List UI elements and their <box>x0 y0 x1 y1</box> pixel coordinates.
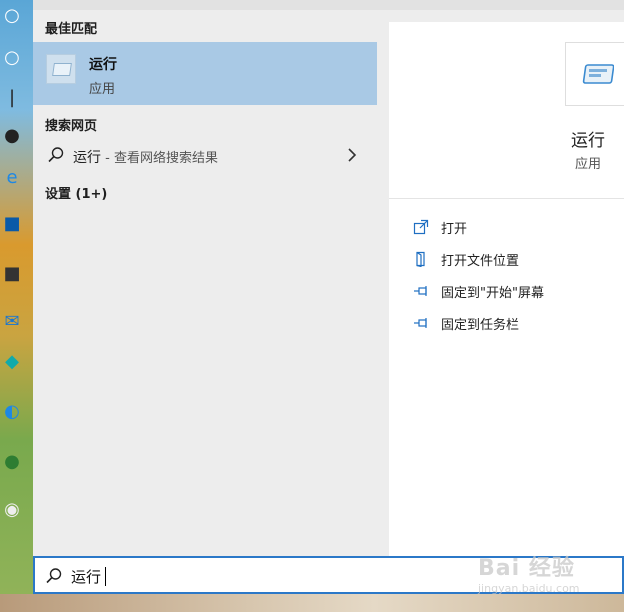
preview-pane: 运行 应用 打开 打开文件位置 固定到"开始"屏幕 固定到任务栏 <box>389 22 624 556</box>
best-match-title: 最佳匹配 <box>45 22 98 37</box>
search-input[interactable] <box>71 564 451 588</box>
web-search-title: 搜索网页 <box>45 119 98 134</box>
action-open-file-location[interactable]: 打开文件位置 <box>413 250 613 272</box>
best-match-name: 运行 <box>89 57 117 73</box>
action-open[interactable]: 打开 <box>413 218 613 240</box>
best-match-type: 应用 <box>89 82 116 97</box>
search-icon <box>48 147 64 163</box>
start-search-panel: 最佳匹配 运行 应用 搜索网页 运行 - 查看网络搜索结果 设置 (1+) 运行… <box>33 0 624 594</box>
web-result-query: 运行 <box>73 150 101 166</box>
text-caret <box>105 567 106 586</box>
desktop-icon[interactable]: ◐ <box>0 400 24 424</box>
search-icon <box>46 568 62 584</box>
web-result-hint: - 查看网络搜索结果 <box>101 151 218 166</box>
wechat-icon[interactable]: ◉ <box>0 498 24 522</box>
results-list: 最佳匹配 运行 应用 搜索网页 运行 - 查看网络搜索结果 设置 (1+) <box>33 10 377 556</box>
mail-icon[interactable]: ✉ <box>0 310 24 334</box>
chevron-right-icon[interactable] <box>345 146 359 164</box>
action-pin-to-start[interactable]: 固定到"开始"屏幕 <box>413 282 613 304</box>
desktop-icon[interactable]: | <box>0 86 24 110</box>
panel-top-bar <box>33 0 624 10</box>
best-match-result[interactable]: 运行 应用 <box>33 42 377 105</box>
pin-icon <box>414 286 427 296</box>
desktop-icon[interactable]: ◆ <box>0 350 24 374</box>
action-open-file-location-label: 打开文件位置 <box>441 254 520 269</box>
run-app-icon <box>46 54 76 84</box>
run-app-large-icon <box>565 42 624 106</box>
desktop-icon[interactable]: ○ <box>0 4 24 28</box>
baidu-watermark: Bai 经验 jingyan.baidu.com <box>478 550 580 595</box>
desktop-icon[interactable]: ○ <box>0 46 24 70</box>
desktop-background-bottom <box>0 594 624 612</box>
desktop-icon[interactable]: ● <box>0 124 24 148</box>
desktop-icon[interactable]: ■ <box>0 212 24 236</box>
watermark-text: Bai 经验 <box>478 556 575 581</box>
preview-divider <box>389 198 624 199</box>
action-pin-to-taskbar[interactable]: 固定到任务栏 <box>413 314 613 336</box>
action-pin-to-taskbar-label: 固定到任务栏 <box>441 318 520 333</box>
preview-app-type: 应用 <box>575 157 602 172</box>
desktop-icon[interactable]: ● <box>0 450 24 474</box>
open-icon <box>413 219 429 235</box>
web-search-result[interactable]: 运行 - 查看网络搜索结果 <box>33 140 377 172</box>
store-icon[interactable]: ■ <box>0 262 24 286</box>
file-location-icon <box>416 251 425 267</box>
action-open-label: 打开 <box>441 222 468 237</box>
edge-icon[interactable]: e <box>0 166 24 190</box>
watermark-sub: jingyan.baidu.com <box>478 582 580 595</box>
action-pin-to-start-label: 固定到"开始"屏幕 <box>441 286 544 301</box>
preview-app-name: 运行 <box>571 131 605 151</box>
settings-title[interactable]: 设置 (1+) <box>45 183 107 202</box>
pin-icon <box>414 318 427 328</box>
desktop-background: ○ ○ | ● e ■ ■ ✉ ◆ ◐ ● ◉ <box>0 0 33 612</box>
